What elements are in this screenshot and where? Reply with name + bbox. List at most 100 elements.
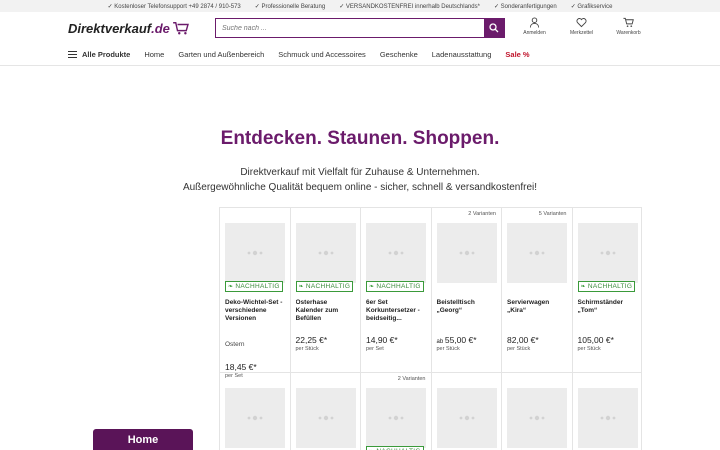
product-card[interactable]: 2 Varianten ❧NACHHALTIG [360, 373, 431, 450]
wishlist-label: Merkzettel [569, 30, 594, 36]
product-image[interactable] [577, 388, 638, 448]
topbar-item: Grafikservice [571, 3, 612, 10]
main-nav: Alle Produkte Home Garten und Außenbereic… [0, 44, 720, 66]
product-card[interactable] [571, 373, 642, 450]
badge-label: NACHHALTIG [376, 283, 421, 290]
user-icon [529, 17, 540, 28]
search-icon [489, 23, 499, 33]
product-name[interactable]: Servierwagen „Kira“ [507, 299, 568, 331]
product-price: 105,00 €* [578, 335, 638, 345]
nav-item[interactable]: Home [144, 50, 164, 59]
image-placeholder-icon [529, 250, 545, 256]
price-unit: per Set [366, 346, 384, 352]
login-label: Anmelden [523, 30, 546, 36]
badge-label: NACHHALTIG [587, 283, 633, 290]
topbar-item: Professionelle Beratung [255, 3, 325, 10]
product-image[interactable] [225, 388, 285, 448]
product-row-1: ❧ NACHHALTIG Deko-Wichtel-Set - verschiede… [219, 208, 642, 379]
nav-item[interactable]: Schmuck und Accessoires [278, 50, 366, 59]
product-image[interactable] [507, 388, 567, 448]
price-unit: per Stück [577, 346, 601, 352]
sustainability-badge: ❧NACHHALTIG [366, 446, 424, 450]
logo-cart-icon [173, 21, 189, 34]
leaf-icon: ❧ [298, 284, 304, 290]
image-placeholder-icon [388, 250, 404, 256]
price-unit: per Stück [436, 346, 460, 352]
sustainability-badge: ❧NACHHALTIG [366, 281, 424, 292]
search-input[interactable] [216, 19, 484, 37]
product-image[interactable] [507, 223, 567, 283]
wishlist-action[interactable]: Merkzettel [558, 17, 605, 36]
product-card[interactable] [430, 373, 502, 450]
product-card[interactable]: ❧ NACHHALTIG Deko-Wichtel-Set - verschiede… [219, 208, 290, 379]
login-action[interactable]: Anmelden [511, 17, 558, 36]
logo-tld: .de [151, 20, 170, 36]
nav-item[interactable]: Ladenausstattung [432, 50, 492, 59]
product-image[interactable]: ❧NACHHALTIG [225, 223, 285, 292]
site-logo[interactable]: Direktverkauf .de [68, 21, 215, 36]
product-price: 14,90 €* [366, 335, 427, 345]
logo-text: Direktverkauf [68, 20, 152, 36]
image-placeholder-icon [318, 250, 333, 256]
product-image[interactable] [295, 388, 356, 448]
product-extra: Ostern [225, 341, 245, 348]
search-bar [215, 18, 505, 38]
nav-item[interactable]: Geschenke [380, 50, 418, 59]
product-name[interactable]: Schirmständer „Tom“ [578, 299, 638, 331]
all-products-menu[interactable]: Alle Produkte [68, 50, 130, 59]
image-placeholder-icon [459, 250, 474, 256]
cart-label: Warenkorb [616, 30, 641, 36]
product-card[interactable]: ❧ NACHHALTIG Osterhase Kalender zum Befüll… [289, 208, 361, 372]
image-placeholder-icon [600, 250, 615, 256]
hero-subtitle: Direktverkauf mit Vielfalt für Zuhause &… [0, 165, 720, 195]
price-value: 14,90 €* [366, 335, 398, 345]
product-card[interactable] [289, 373, 361, 450]
product-image[interactable]: ❧NACHHALTIG [366, 388, 426, 450]
product-card[interactable]: ❧ NACHHALTIG Schirmständer „Tom“ 105,00 €* p… [571, 208, 642, 372]
product-grid: ❧ NACHHALTIG Deko-Wichtel-Set - verschiede… [219, 207, 642, 450]
leaf-icon: ❧ [228, 284, 234, 290]
image-placeholder-icon [600, 415, 615, 421]
product-name[interactable]: Beistelltisch „Georg“ [437, 299, 498, 331]
image-placeholder-icon [459, 415, 474, 421]
product-card[interactable]: 2 Varianten Beistelltisch „Georg“ ab 55,00… [430, 208, 502, 372]
topbar-item: VERSANDKOSTENFREI innerhalb Deutschlands… [339, 3, 480, 10]
product-image[interactable]: ❧NACHHALTIG [366, 223, 426, 292]
product-card[interactable] [219, 373, 290, 450]
product-price: ab 55,00 €* [437, 335, 498, 345]
image-placeholder-icon [529, 415, 545, 421]
sustainability-badge: ❧NACHHALTIG [295, 281, 354, 292]
hero-line-1: Direktverkauf mit Vielfalt für Zuhause &… [240, 167, 480, 178]
product-name[interactable]: 6er Set Korkuntersetzer - beidseitig... [366, 299, 427, 331]
header-actions: Anmelden Merkzettel Warenkorb [511, 17, 652, 36]
search-button[interactable] [484, 19, 504, 37]
sustainability-badge: ❧NACHHALTIG [577, 281, 636, 292]
nav-item[interactable]: Garten und Außenbereich [178, 50, 264, 59]
product-card[interactable]: 5 Varianten Servierwagen „Kira“ 82,00 €* pe… [501, 208, 572, 372]
all-products-label: Alle Produkte [82, 50, 131, 59]
product-name[interactable]: Deko-Wichtel-Set - verschiedene Versione… [225, 299, 286, 331]
product-card[interactable]: ❧ NACHHALTIG 6er Set Korkuntersetzer - bei… [360, 208, 431, 372]
home-button[interactable]: Home [93, 429, 193, 450]
nav-item-sale[interactable]: Sale % [505, 50, 529, 59]
price-value: 22,25 €* [295, 335, 328, 345]
product-image[interactable]: ❧NACHHALTIG [577, 223, 638, 292]
image-placeholder-icon [247, 415, 263, 421]
product-image[interactable]: ❧NACHHALTIG [295, 223, 356, 292]
product-row-2: 2 Varianten ❧NACHHALTIG [219, 373, 642, 450]
product-image[interactable] [436, 223, 497, 283]
price-unit: per Stück [507, 346, 531, 352]
price-value: 55,00 €* [444, 335, 477, 345]
sustainability-badge: ❧NACHHALTIG [225, 281, 283, 292]
price-value: 105,00 €* [577, 335, 614, 345]
product-name[interactable]: Osterhase Kalender zum Befüllen [296, 299, 357, 331]
site-header: Direktverkauf.de Anmelden Merkzettel War… [0, 12, 720, 44]
hero-title: Entdecken. Staunen. Shoppen. [220, 128, 500, 149]
product-image[interactable] [436, 388, 497, 448]
badge-label: NACHHALTIG [235, 283, 280, 290]
product-card[interactable] [501, 373, 572, 450]
cart-action[interactable]: Warenkorb [605, 17, 652, 36]
product-price: 82,00 €* [507, 335, 568, 345]
cart-icon [623, 17, 634, 27]
product-price: 18,45 €* [225, 362, 286, 372]
